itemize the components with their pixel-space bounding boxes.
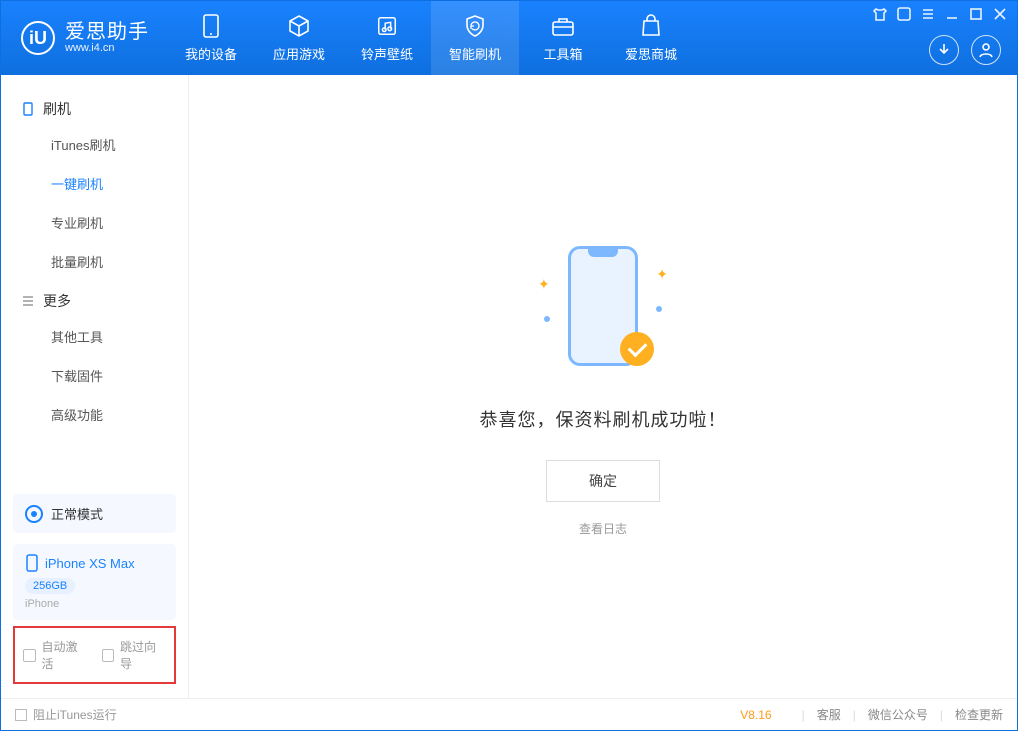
block-itunes-label[interactable]: 阻止iTunes运行 (33, 706, 117, 723)
sidebar-item-itunes-flash[interactable]: iTunes刷机 (1, 125, 188, 164)
app-title: 爱思助手 (65, 22, 149, 43)
sparkle-icon: ✦ (538, 276, 550, 293)
success-illustration: ✦ ✦ (538, 236, 668, 386)
nav-label: 爱思商城 (625, 44, 677, 63)
view-log-link[interactable]: 查看日志 (579, 520, 627, 537)
logo-icon: iU (21, 21, 55, 55)
checkbox-auto-activate[interactable]: 自动激活 (23, 638, 88, 672)
logo-text: 爱思助手 www.i4.cn (65, 22, 149, 54)
minimize-icon[interactable] (945, 7, 959, 21)
list-icon (21, 294, 35, 308)
app-site: www.i4.cn (65, 43, 149, 54)
nav-toolbox[interactable]: 工具箱 (519, 1, 607, 75)
logo-area: iU 爱思助手 www.i4.cn (1, 1, 167, 75)
download-button[interactable] (929, 35, 959, 65)
status-bar: 阻止iTunes运行 V8.16 | 客服 | 微信公众号 | 检查更新 (1, 698, 1017, 730)
menu-icon[interactable] (921, 7, 935, 21)
device-mode-card[interactable]: 正常模式 (13, 494, 176, 533)
checkbox-icon (23, 649, 36, 662)
ok-button[interactable]: 确定 (546, 460, 660, 502)
device-card[interactable]: iPhone XS Max 256GB iPhone (13, 544, 176, 620)
main-panel: ✦ ✦ 恭喜您，保资料刷机成功啦！ 确定 查看日志 (189, 75, 1017, 698)
sidebar-item-pro-flash[interactable]: 专业刷机 (1, 203, 188, 242)
device-name: iPhone XS Max (45, 556, 135, 571)
sidebar-item-onekey-flash[interactable]: 一键刷机 (1, 164, 188, 203)
mode-dot-icon (25, 505, 43, 523)
nav-label: 智能刷机 (449, 44, 501, 63)
nav-label: 我的设备 (185, 44, 237, 63)
version-label: V8.16 (740, 708, 771, 722)
sparkle-icon: ✦ (656, 266, 668, 283)
maximize-icon[interactable] (969, 7, 983, 21)
nav-apps[interactable]: 应用游戏 (255, 1, 343, 75)
dot-icon (544, 316, 550, 322)
device-type: iPhone (25, 598, 164, 610)
sidebar-item-download-firmware[interactable]: 下载固件 (1, 356, 188, 395)
success-message: 恭喜您，保资料刷机成功啦！ (480, 406, 727, 432)
footer-link-wechat[interactable]: 微信公众号 (868, 706, 928, 723)
flash-options-box: 自动激活 跳过向导 (13, 626, 176, 684)
phone-small-icon (21, 102, 35, 116)
user-button[interactable] (971, 35, 1001, 65)
music-icon (373, 14, 401, 38)
sidebar-group-flash: 刷机 (1, 89, 188, 125)
top-nav: 我的设备 应用游戏 铃声壁纸 智能刷机 工具箱 爱思商城 (167, 1, 695, 75)
bag-icon (637, 14, 665, 38)
device-icon (197, 14, 225, 38)
sidebar-item-advanced[interactable]: 高级功能 (1, 395, 188, 434)
nav-label: 应用游戏 (273, 44, 325, 63)
nav-my-device[interactable]: 我的设备 (167, 1, 255, 75)
toolbox-icon (549, 14, 577, 38)
checkbox-skip-guide[interactable]: 跳过向导 (102, 638, 167, 672)
dot-icon (656, 306, 662, 312)
checkbox-label: 跳过向导 (120, 638, 166, 672)
sidebar: 刷机 iTunes刷机 一键刷机 专业刷机 批量刷机 更多 其他工具 下载固件 … (1, 75, 189, 698)
app-body: 刷机 iTunes刷机 一键刷机 专业刷机 批量刷机 更多 其他工具 下载固件 … (1, 75, 1017, 698)
nav-ringtones[interactable]: 铃声壁纸 (343, 1, 431, 75)
nav-store[interactable]: 爱思商城 (607, 1, 695, 75)
shirt-icon[interactable] (873, 7, 887, 21)
device-name-row: iPhone XS Max (25, 554, 164, 572)
close-icon[interactable] (993, 7, 1007, 21)
sidebar-item-other-tools[interactable]: 其他工具 (1, 317, 188, 356)
sidebar-group-more: 更多 (1, 281, 188, 317)
shield-refresh-icon (461, 14, 489, 38)
check-badge-icon (620, 332, 654, 366)
checkbox-label: 自动激活 (42, 638, 88, 672)
skin-icon[interactable] (897, 7, 911, 21)
app-header: iU 爱思助手 www.i4.cn 我的设备 应用游戏 铃声壁纸 智能刷机 工具… (1, 1, 1017, 75)
window-controls (873, 7, 1007, 21)
nav-label: 工具箱 (543, 44, 582, 63)
mode-label: 正常模式 (51, 504, 103, 523)
nav-label: 铃声壁纸 (361, 44, 413, 63)
cube-icon (285, 14, 313, 38)
footer-link-support[interactable]: 客服 (817, 706, 841, 723)
footer-link-update[interactable]: 检查更新 (955, 706, 1003, 723)
phone-outline-icon (25, 554, 39, 572)
checkbox-icon[interactable] (15, 709, 27, 721)
group-label: 更多 (43, 291, 71, 311)
checkbox-icon (102, 649, 115, 662)
sidebar-item-batch-flash[interactable]: 批量刷机 (1, 242, 188, 281)
header-action-icons (929, 35, 1001, 65)
group-label: 刷机 (43, 99, 71, 119)
device-capacity: 256GB (25, 578, 75, 594)
nav-flash[interactable]: 智能刷机 (431, 1, 519, 75)
